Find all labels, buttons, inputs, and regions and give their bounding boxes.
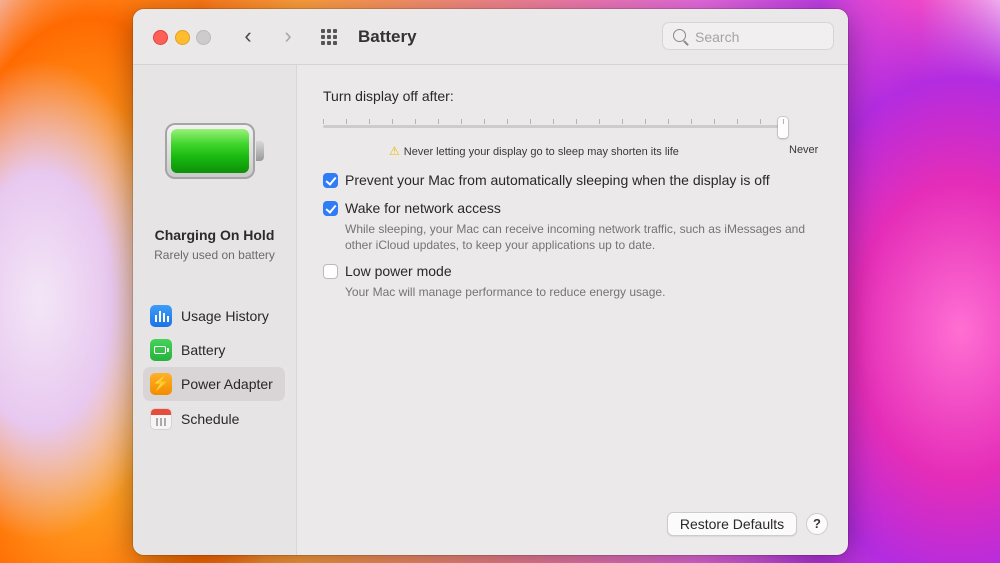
slider-tick [760, 119, 761, 124]
slider-tick [415, 119, 416, 124]
slider-tick [553, 119, 554, 124]
sidebar-item-label: Power Adapter [181, 376, 273, 392]
sidebar-item-schedule[interactable]: Schedule [143, 402, 285, 436]
slider-tick [484, 119, 485, 124]
sleep-warning-text: Never letting your display go to sleep m… [403, 146, 679, 158]
low-power-checkbox[interactable] [323, 264, 338, 279]
sidebar: Charging On Hold Rarely used on battery … [133, 65, 297, 555]
wake-network-checkbox[interactable] [323, 201, 338, 216]
title-bar: ‹ › Battery [133, 9, 848, 65]
warning-icon: ⚠ [389, 144, 400, 158]
calendar-icon [150, 408, 172, 430]
slider-tick [369, 119, 370, 124]
sidebar-item-label: Schedule [181, 411, 240, 427]
slider-tick [461, 119, 462, 124]
slider-tick [645, 119, 646, 124]
slider-tick [438, 119, 439, 124]
display-sleep-slider-track[interactable] [323, 125, 783, 128]
sidebar-item-label: Usage History [181, 308, 269, 324]
slider-tick [576, 119, 577, 124]
show-all-grid-icon[interactable] [321, 29, 341, 45]
sleep-warning: ⚠ Never letting your display go to sleep … [389, 144, 679, 158]
forward-arrow-icon[interactable]: › [278, 25, 298, 47]
slider-tick [783, 119, 784, 124]
slider-tick [714, 119, 715, 124]
slider-tick [392, 119, 393, 124]
search-input[interactable] [693, 27, 827, 47]
wake-network-label: Wake for network access [345, 200, 501, 216]
slider-tick [622, 119, 623, 124]
sidebar-item-usage-history[interactable]: Usage History [143, 299, 285, 333]
prevent-sleep-label: Prevent your Mac from automatically slee… [345, 172, 770, 188]
main-panel: Turn display off after: [297, 65, 848, 555]
slider-tick [737, 119, 738, 124]
slider-max-label: Never [789, 144, 819, 156]
slider-tick [507, 119, 508, 124]
lightning-bolt-icon: ⚡ [150, 373, 172, 395]
back-arrow-icon[interactable]: ‹ [238, 25, 258, 47]
search-field[interactable] [662, 22, 834, 50]
slider-tick [599, 119, 600, 124]
display-sleep-slider-label: Turn display off after: [323, 88, 454, 104]
slider-tick [323, 119, 324, 124]
battery-icon [150, 339, 172, 361]
sidebar-item-battery[interactable]: Battery [143, 333, 285, 367]
close-window-button[interactable] [153, 30, 168, 45]
slider-tick [691, 119, 692, 124]
zoom-window-button[interactable] [196, 30, 211, 45]
slider-tick [668, 119, 669, 124]
slider-tick [530, 119, 531, 124]
wake-network-description: While sleeping, your Mac can receive inc… [345, 222, 805, 252]
battery-status-subtitle: Rarely used on battery [154, 248, 275, 262]
sidebar-item-power-adapter[interactable]: ⚡ Power Adapter [143, 367, 285, 401]
system-preferences-window: ‹ › Battery Charging On Hold Rarely used… [133, 9, 848, 555]
search-icon [673, 29, 686, 42]
minimize-window-button[interactable] [175, 30, 190, 45]
window-title: Battery [358, 27, 417, 46]
battery-status-title: Charging On Hold [154, 227, 275, 243]
battery-status-icon [165, 123, 265, 179]
slider-tick [346, 119, 347, 124]
help-button[interactable]: ? [806, 513, 828, 535]
restore-defaults-button[interactable]: Restore Defaults [667, 512, 797, 536]
low-power-description: Your Mac will manage performance to redu… [345, 285, 666, 299]
bar-chart-icon [150, 305, 172, 327]
sidebar-item-label: Battery [181, 342, 226, 358]
low-power-label: Low power mode [345, 263, 452, 279]
prevent-sleep-checkbox[interactable] [323, 173, 338, 188]
